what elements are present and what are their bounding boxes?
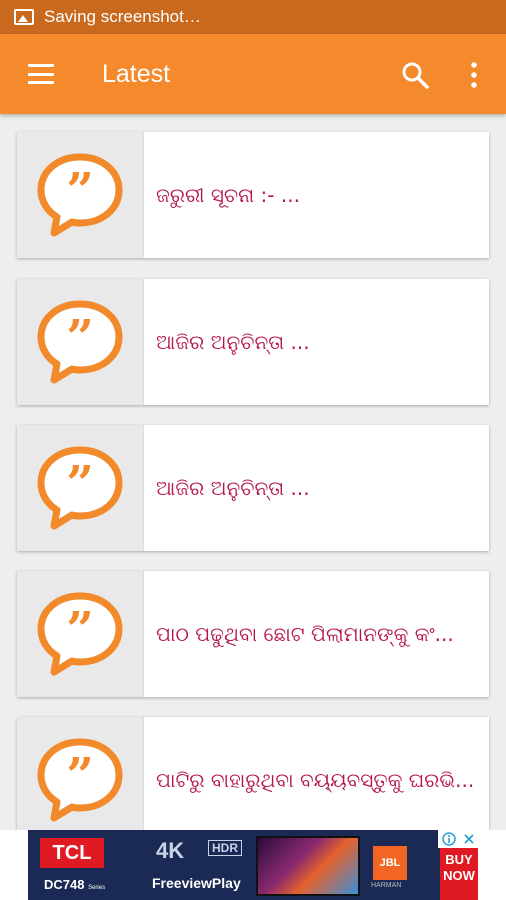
- ad-buy-now-button[interactable]: BUY NOW: [440, 848, 478, 900]
- ad-brand-logo: TCL: [40, 838, 104, 868]
- ad-tv-image: [256, 836, 360, 896]
- ad-4k-label: 4K: [156, 838, 185, 863]
- svg-text:”: ”: [66, 748, 94, 804]
- article-title: ପାଠ ପଢୁଥିବା ଛୋଟ ପିଲାମାନଙ୍କୁ କଂ...: [156, 622, 454, 646]
- article-card[interactable]: ” ଜରୁରୀ ସୂଚନା :- ...: [17, 132, 489, 258]
- quote-bubble-icon: ”: [37, 738, 123, 822]
- svg-text:”: ”: [66, 163, 94, 219]
- image-icon: [14, 9, 34, 25]
- ad-model-sub: Series: [88, 885, 106, 891]
- article-title: ପାଟିରୁ ବାହାରୁଥିବା ବୟ୍ୟବସ୍ତୁକୁ ଘରଭି...: [156, 768, 475, 792]
- quote-bubble-icon: ”: [37, 592, 123, 676]
- article-card[interactable]: ” ଆଜିର ଅନୁଚିନ୍ତା ...: [17, 279, 489, 405]
- more-options-icon[interactable]: [464, 60, 484, 90]
- article-title: ଜରୁରୀ ସୂଚନା :- ...: [156, 183, 300, 207]
- menu-icon[interactable]: [28, 64, 54, 84]
- article-card[interactable]: ” ପାଠ ପଢୁଥିବା ଛୋଟ ପିଲାମାନଙ୍କୁ କଂ...: [17, 571, 489, 697]
- quote-bubble-icon: ”: [37, 153, 123, 237]
- status-text: Saving screenshot…: [44, 7, 201, 26]
- ad-choices[interactable]: [438, 830, 478, 848]
- ad-freeview-label: FreeviewPlay: [152, 875, 241, 891]
- quote-thumbnail: ”: [17, 132, 144, 258]
- svg-text:”: ”: [66, 310, 94, 366]
- quote-thumbnail: ”: [17, 279, 144, 405]
- ad-hdr-label: HDR: [208, 840, 242, 856]
- app-bar: Latest: [0, 34, 506, 114]
- status-bar: Saving screenshot…: [0, 0, 506, 34]
- article-title: ଆଜିର ଅନୁଚିନ୍ତା ...: [156, 330, 310, 354]
- search-icon[interactable]: [400, 60, 430, 90]
- ad-banner[interactable]: TCL DC748 Series 4K HDR FreeviewPlay JBL…: [0, 830, 506, 900]
- ad-model: DC748 Series: [44, 877, 105, 892]
- svg-text:”: ”: [66, 456, 94, 512]
- ad-harman-label: HARMAN: [371, 882, 402, 889]
- ad-jbl-logo: JBL: [373, 846, 407, 880]
- ad-model-name: DC748: [44, 877, 85, 892]
- page-title: Latest: [102, 59, 171, 88]
- ad-creative[interactable]: TCL DC748 Series 4K HDR FreeviewPlay JBL…: [28, 830, 478, 900]
- info-icon[interactable]: [441, 832, 456, 846]
- quote-thumbnail: ”: [17, 571, 144, 697]
- quote-bubble-icon: ”: [37, 300, 123, 384]
- article-title: ଆଜିର ଅନୁଚିନ୍ତା ...: [156, 476, 310, 500]
- svg-text:”: ”: [66, 602, 94, 658]
- quote-thumbnail: ”: [17, 717, 144, 843]
- article-card[interactable]: ” ଆଜିର ଅନୁଚିନ୍ତା ...: [17, 425, 489, 551]
- close-icon[interactable]: [463, 833, 475, 845]
- quote-thumbnail: ”: [17, 425, 144, 551]
- article-card[interactable]: ” ପାଟିରୁ ବାହାରୁଥିବା ବୟ୍ୟବସ୍ତୁକୁ ଘରଭି...: [17, 717, 489, 843]
- quote-bubble-icon: ”: [37, 446, 123, 530]
